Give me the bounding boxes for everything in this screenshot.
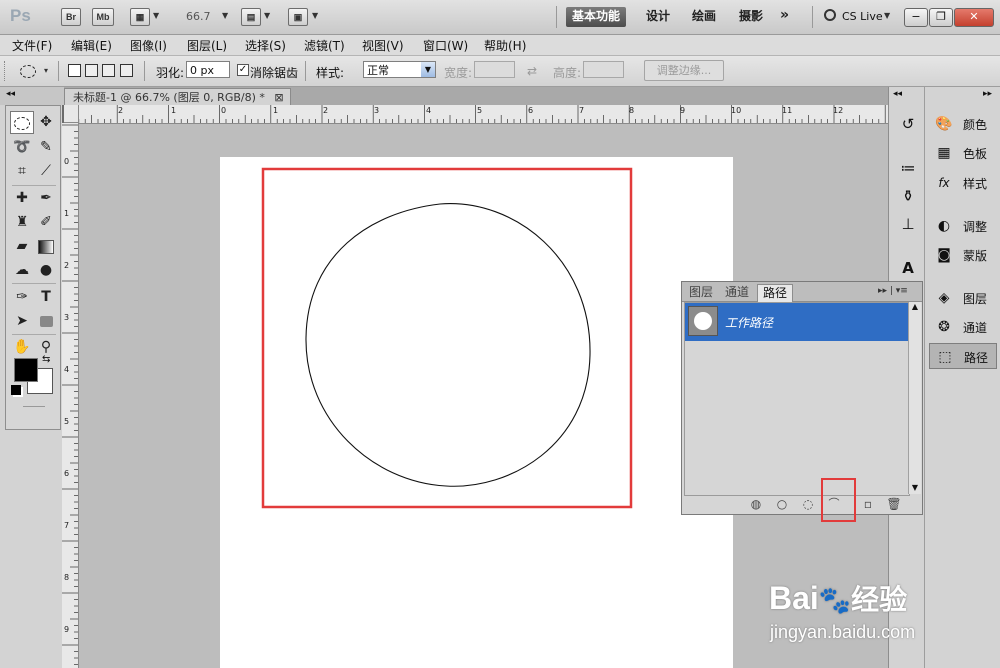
panel-label: 色板 [963,147,988,161]
path-thumbnail [688,306,718,336]
paths-scrollbar[interactable]: ▲ ▼ [908,302,921,494]
panel-swatches[interactable]: ▦ 色板 [929,140,997,166]
fill-path-icon[interactable]: ◍ [748,496,764,512]
panel-masks[interactable]: ◙ 蒙版 [929,242,997,268]
watermark-brand: Bai🐾经验 [769,578,907,618]
masks-icon: ◙ [937,247,951,263]
panel-layers[interactable]: ◈ 图层 [929,285,997,311]
annotation-highlight-box [261,167,633,509]
panel-label: 蒙版 [963,249,988,263]
panel-menu-icon[interactable]: ▸▸ | ▾≡ [878,286,908,296]
panel-label: 路径 [964,351,989,365]
brush-presets-icon[interactable]: ≔ [895,155,921,181]
panel-column: ▸▸ 🎨 颜色 ▦ 色板 fx 样式 ◐ 调整 ◙ 蒙版 ◈ 图层 ❂ 通道 ⬚ 路径 [924,87,1000,668]
collapse-dock-icon[interactable]: ◂◂ [893,89,902,99]
watermark-brand-suffix: 经验 [851,584,908,615]
history-panel-icon[interactable]: ↺ [895,111,921,137]
panel-label: 图层 [963,292,988,306]
path-row[interactable]: 工作路径 [685,303,909,341]
paths-icon: ⬚ [938,349,952,365]
adjustments-icon: ◐ [937,218,951,234]
work-path-circle[interactable] [305,203,591,487]
panel-label: 样式 [963,177,988,191]
annotation-highlight-box [821,478,856,522]
tab-paths[interactable]: 路径 [757,284,794,302]
panel-label: 颜色 [963,118,988,132]
collapse-panels-icon[interactable]: ▸▸ [983,89,992,99]
paths-list: 工作路径 [684,302,910,496]
channels-icon: ❂ [938,319,950,335]
panel-styles[interactable]: fx 样式 [929,170,997,196]
watermark-url: jingyan.baidu.com [770,622,916,642]
layers-icon: ◈ [938,290,950,306]
watermark-brand-text: Bai [769,580,819,616]
paths-panel: 图层 通道 路径 ▸▸ | ▾≡ 工作路径 ▲ ▼ ◍ ○ ◌ ⌒ ▫ 🗑 [681,281,923,515]
clone-source-icon[interactable]: ⚱ [895,183,921,209]
tab-channels[interactable]: 通道 [720,284,754,301]
panel-adjustments[interactable]: ◐ 调整 [929,213,997,239]
stroke-path-icon[interactable]: ○ [774,496,790,512]
panel-color[interactable]: 🎨 颜色 [929,111,997,137]
panel-label: 调整 [963,220,988,234]
load-path-as-selection-icon[interactable]: ◌ [800,496,816,512]
path-name: 工作路径 [725,316,774,330]
scroll-up-icon[interactable]: ▲ [909,302,921,311]
scroll-down-icon[interactable]: ▼ [909,483,921,492]
delete-path-icon[interactable]: 🗑 [886,496,902,512]
panel-channels[interactable]: ❂ 通道 [929,314,997,340]
tool-presets-icon[interactable]: ⊥ [895,211,921,237]
paw-icon: 🐾 [818,585,852,615]
new-path-icon[interactable]: ▫ [860,496,876,512]
styles-icon: fx [938,176,950,190]
character-panel-icon[interactable]: A [895,255,921,281]
panel-paths[interactable]: ⬚ 路径 [929,343,997,369]
color-palette-icon: 🎨 [935,116,953,132]
tab-layers[interactable]: 图层 [684,284,718,301]
panel-label: 通道 [963,321,988,335]
swatches-icon: ▦ [937,145,951,161]
